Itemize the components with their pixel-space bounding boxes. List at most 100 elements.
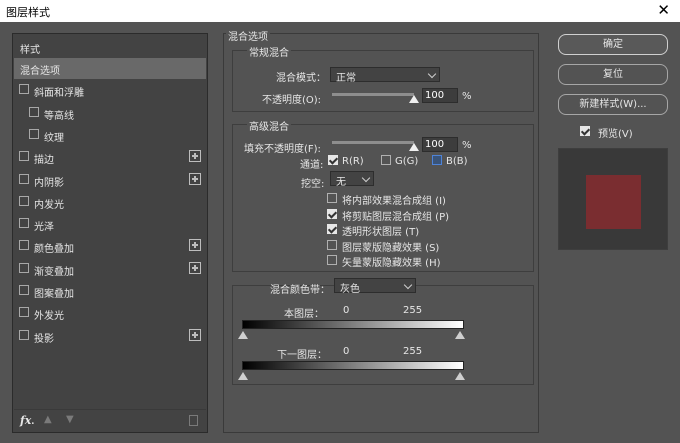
knockout-label: 挖空: (301, 179, 325, 190)
blend-mode-label: 混合模式： (276, 73, 326, 84)
style-item-label: 纹理 (44, 132, 64, 144)
fill-opacity-slider-track[interactable] (332, 141, 414, 144)
style-item[interactable]: 渐变叠加 (14, 259, 206, 280)
preview-checkbox[interactable] (580, 126, 590, 136)
opacity-slider-track[interactable] (332, 93, 414, 96)
this-layer-low: 0 (343, 305, 350, 316)
underlying-layer-low-thumb[interactable] (238, 372, 248, 380)
style-item[interactable]: 颜色叠加 (14, 236, 206, 257)
fill-opacity-slider-thumb[interactable] (409, 143, 419, 151)
advanced-option-checkbox[interactable] (327, 255, 337, 265)
blend-if-value: 灰色 (340, 284, 360, 295)
channel-checkbox[interactable] (328, 155, 338, 165)
channel-checkbox[interactable] (432, 155, 442, 165)
style-item-checkbox[interactable] (29, 128, 39, 139)
blend-if-label: 混合颜色带： (270, 285, 330, 296)
fill-opacity-unit: % (462, 140, 472, 151)
add-icon[interactable] (189, 239, 201, 252)
underlying-layer-high-thumb[interactable] (455, 372, 465, 380)
this-layer-gradient (242, 320, 464, 329)
blend-mode-value: 正常 (336, 73, 356, 84)
channel-label: G(G) (395, 156, 419, 167)
style-item[interactable]: 内发光 (14, 192, 206, 213)
preview-swatch (586, 175, 641, 229)
move-down-icon[interactable]: ▼ (66, 414, 74, 425)
style-item-label: 投影 (34, 333, 54, 345)
advanced-option-checkbox[interactable] (327, 224, 337, 234)
style-item[interactable]: 内阴影 (14, 170, 206, 191)
style-item[interactable]: 纹理 (14, 125, 206, 146)
style-item-checkbox[interactable] (19, 151, 29, 162)
style-item-checkbox[interactable] (29, 106, 39, 117)
new-style-button[interactable]: 新建样式(W)... (558, 94, 668, 115)
trash-icon[interactable] (189, 415, 198, 426)
style-item[interactable]: 光泽 (14, 214, 206, 235)
style-item-checkbox[interactable] (19, 218, 29, 229)
style-item-label: 内阴影 (34, 177, 64, 189)
underlying-layer-high: 255 (403, 346, 423, 357)
title-bar: 图层样式 ✕ (0, 0, 680, 22)
ok-button[interactable]: 确定 (558, 34, 668, 55)
style-item-checkbox[interactable] (19, 240, 29, 251)
fill-opacity-input[interactable]: 100 (422, 137, 458, 152)
styles-header[interactable]: 样式 (14, 37, 206, 58)
add-icon[interactable] (189, 261, 201, 274)
style-item-label: 图案叠加 (34, 289, 74, 300)
style-item-label: 外发光 (34, 311, 64, 323)
this-layer-label: 本图层： (284, 309, 324, 320)
blend-if-select[interactable]: 灰色 (334, 278, 416, 295)
style-item-label: 等高线 (44, 110, 74, 122)
reset-button[interactable]: 复位 (558, 64, 668, 85)
add-icon[interactable] (189, 328, 201, 341)
advanced-option-checkbox[interactable] (327, 208, 337, 219)
style-item-checkbox[interactable] (19, 329, 29, 340)
style-item-label: 光泽 (34, 222, 54, 234)
move-up-icon[interactable]: ▲ (44, 414, 52, 425)
channel-checkbox[interactable] (381, 155, 391, 165)
channel-label: B(B) (446, 156, 468, 167)
advanced-option-label: 将剪贴图层混合成组 (P) (342, 211, 450, 223)
blend-mode-select[interactable]: 正常 (330, 67, 440, 84)
styles-list: 样式 混合选项斜面和浮雕等高线纹理描边内阴影内发光光泽颜色叠加渐变叠加图案叠加外… (12, 33, 208, 433)
window-title: 图层样式 (6, 6, 50, 19)
chevron-down-icon (361, 173, 371, 183)
style-item[interactable]: 斜面和浮雕 (14, 80, 206, 101)
style-item[interactable]: 描边 (14, 147, 206, 168)
channels-label: 通道: (300, 160, 324, 171)
chevron-down-icon (427, 69, 437, 79)
underlying-layer-gradient (242, 361, 464, 370)
close-icon[interactable]: ✕ (657, 1, 670, 19)
style-item[interactable]: 图案叠加 (14, 281, 206, 302)
style-item-label: 渐变叠加 (34, 266, 74, 278)
style-item[interactable]: 投影 (14, 326, 206, 347)
general-blending-title: 常规混合 (247, 44, 291, 59)
fx-button[interactable]: fx. (20, 414, 34, 427)
opacity-slider-thumb[interactable] (409, 95, 419, 103)
this-layer-low-thumb[interactable] (238, 331, 248, 339)
advanced-option-label: 透明形状图层 (T) (342, 227, 420, 238)
advanced-option-label: 图层蒙版隐藏效果 (S) (342, 242, 440, 254)
add-icon[interactable] (189, 150, 201, 163)
knockout-select[interactable]: 无 (330, 171, 374, 188)
fill-opacity-label: 填充不透明度(F): (244, 144, 321, 155)
preview-label: 预览(V) (598, 129, 633, 140)
opacity-unit: % (462, 91, 472, 102)
style-item-label: 斜面和浮雕 (34, 88, 84, 100)
style-item-checkbox[interactable] (19, 262, 29, 273)
style-item[interactable]: 等高线 (14, 103, 206, 124)
style-item-checkbox[interactable] (19, 173, 29, 184)
advanced-blending-title: 高级混合 (247, 118, 291, 133)
style-item-checkbox[interactable] (19, 285, 29, 295)
knockout-value: 无 (336, 177, 346, 188)
advanced-option-checkbox[interactable] (327, 193, 337, 203)
this-layer-high-thumb[interactable] (455, 331, 465, 339)
style-item-checkbox[interactable] (19, 307, 29, 318)
opacity-input[interactable]: 100 (422, 88, 458, 103)
style-item[interactable]: 外发光 (14, 303, 206, 324)
add-icon[interactable] (189, 172, 201, 185)
this-layer-high: 255 (403, 305, 423, 316)
style-item-checkbox[interactable] (19, 195, 29, 206)
style-item-checkbox[interactable] (19, 84, 29, 95)
advanced-option-checkbox[interactable] (327, 239, 337, 250)
style-item[interactable]: 混合选项 (14, 58, 206, 79)
